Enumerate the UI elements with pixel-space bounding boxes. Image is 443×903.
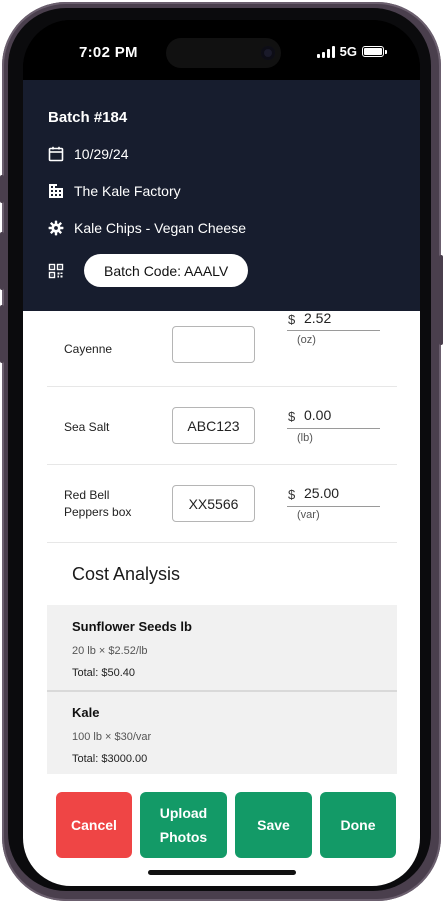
batch-code-row: Batch Code: AAALV xyxy=(48,254,249,287)
price-underline xyxy=(287,428,380,429)
status-bar: 7:02 PM 5G xyxy=(23,20,420,80)
price-underline xyxy=(287,330,380,331)
action-bar: Cancel Upload Photos Save Done xyxy=(23,774,420,886)
qr-code-icon xyxy=(48,263,64,278)
building-icon xyxy=(49,184,63,198)
lot-code-input[interactable] xyxy=(172,326,255,363)
calendar-icon xyxy=(48,146,64,162)
cost-item-total: Total: $3000.00 xyxy=(72,753,148,765)
screen: 7:02 PM 5G Batch #184 10/29/24 The Kale … xyxy=(23,20,420,886)
ingredient-row: Red Bell Peppers box XX5566 $ 25.00 (var… xyxy=(47,465,397,543)
factory-row: The Kale Factory xyxy=(48,183,181,199)
home-indicator[interactable] xyxy=(148,870,296,875)
save-button[interactable]: Save xyxy=(235,792,312,858)
volume-up-button xyxy=(0,232,4,290)
batch-date-row: 10/29/24 xyxy=(48,146,129,162)
price-underline xyxy=(287,506,380,507)
currency-symbol: $ xyxy=(288,312,296,327)
price-input[interactable]: 25.00 xyxy=(304,485,339,501)
cost-card: Kale 100 lb × $30/var Total: $3000.00 xyxy=(47,692,397,774)
cost-item-name: Kale xyxy=(72,705,100,720)
price-input[interactable]: 2.52 xyxy=(304,311,331,326)
camera-icon xyxy=(261,46,275,60)
batch-header: Batch #184 10/29/24 The Kale Factory Kal… xyxy=(23,80,420,311)
ingredient-row: Cayenne $ 2.52 (oz) xyxy=(47,311,397,387)
volume-down-button xyxy=(0,305,4,363)
price-input[interactable]: 0.00 xyxy=(304,407,331,423)
power-button xyxy=(439,255,443,345)
action-button xyxy=(0,175,4,203)
price-unit: (var) xyxy=(297,509,320,521)
batch-title: Batch #184 xyxy=(48,109,128,126)
done-button[interactable]: Done xyxy=(320,792,396,858)
cost-analysis-title: Cost Analysis xyxy=(72,564,181,584)
gear-icon xyxy=(48,220,64,236)
cancel-button[interactable]: Cancel xyxy=(56,792,132,858)
currency-symbol: $ xyxy=(288,409,296,424)
signal-icon xyxy=(316,45,335,58)
cost-item-detail: 100 lb × $30/var xyxy=(72,731,152,743)
status-indicators: 5G xyxy=(316,44,387,59)
product-name: Kale Chips - Vegan Cheese xyxy=(74,220,246,236)
price-unit: (oz) xyxy=(297,334,316,346)
upload-photos-button[interactable]: Upload Photos xyxy=(140,792,227,858)
ingredient-name: Sea Salt xyxy=(64,420,110,434)
cost-item-total: Total: $50.40 xyxy=(72,667,135,679)
battery-icon xyxy=(362,46,387,57)
factory-name: The Kale Factory xyxy=(74,183,181,199)
price-unit: (lb) xyxy=(297,432,313,444)
product-row: Kale Chips - Vegan Cheese xyxy=(48,220,246,236)
ingredient-name: Red Bell Peppers box xyxy=(64,488,132,519)
batch-code-button[interactable]: Batch Code: AAALV xyxy=(84,254,249,287)
currency-symbol: $ xyxy=(288,487,296,502)
lot-code-input[interactable]: XX5566 xyxy=(172,485,255,522)
network-label: 5G xyxy=(339,44,357,59)
lot-code-input[interactable]: ABC123 xyxy=(172,407,255,444)
cost-item-detail: 20 lb × $2.52/lb xyxy=(72,645,148,657)
ingredient-list[interactable]: Cayenne $ 2.52 (oz) Sea Salt ABC123 $ 0.… xyxy=(23,311,420,774)
status-time: 7:02 PM xyxy=(79,44,138,61)
ingredient-name: Cayenne xyxy=(64,342,113,356)
batch-date: 10/29/24 xyxy=(74,146,129,162)
ingredient-row: Sea Salt ABC123 $ 0.00 (lb) xyxy=(47,387,397,465)
cost-card: Sunflower Seeds lb 20 lb × $2.52/lb Tota… xyxy=(47,605,397,692)
cost-item-name: Sunflower Seeds lb xyxy=(72,619,192,634)
